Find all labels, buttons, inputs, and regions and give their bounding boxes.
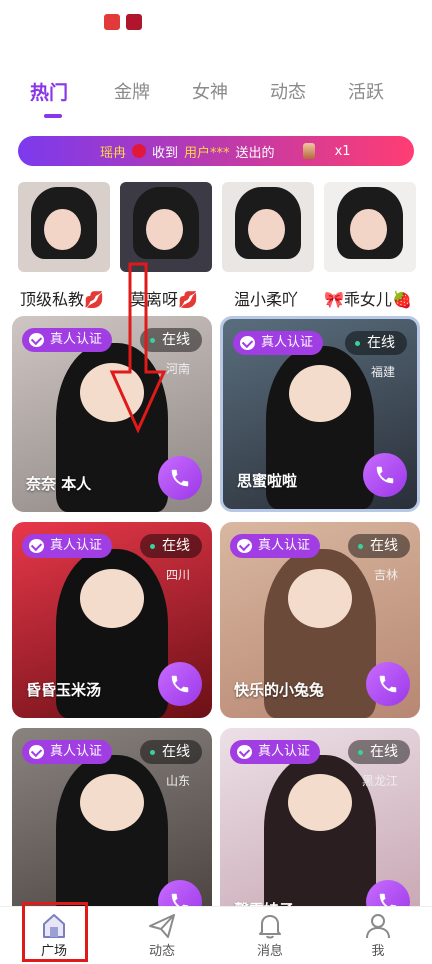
card-region: 黑龙江	[361, 774, 398, 788]
user-card[interactable]: 真人认证 在线 山东	[12, 728, 212, 918]
verified-icon	[237, 745, 252, 759]
featured-user-avatar[interactable]	[324, 182, 416, 272]
verified-badge: 真人认证	[22, 740, 113, 764]
cherry-icon	[132, 144, 147, 158]
status-bar-icons	[104, 14, 142, 30]
online-status: 在线	[348, 740, 410, 764]
banner-received-text: 收到	[152, 145, 179, 161]
featured-users-row: 顶级私教💋 莫离呀💋 温小柔吖 🎀乖女儿🍓	[0, 182, 432, 309]
card-region: 福建	[370, 365, 395, 379]
featured-user-name[interactable]: 温小柔吖	[234, 286, 298, 310]
card-region: 吉林	[373, 568, 398, 582]
card-user-name: 快乐的小兔兔	[234, 681, 325, 699]
banner-gift-count: x1	[334, 143, 351, 159]
tab-hot[interactable]: 热门	[30, 78, 68, 105]
nav-moments[interactable]: 动态	[132, 911, 192, 964]
verified-badge: 真人认证	[230, 740, 321, 764]
tab-active[interactable]: 活跃	[348, 78, 384, 104]
nav-label: 我	[371, 944, 385, 959]
annotation-arrow-icon	[109, 262, 167, 434]
call-button[interactable]	[158, 662, 202, 706]
online-status: 在线	[140, 534, 202, 558]
nav-label: 消息	[256, 944, 283, 959]
category-tabs: 热门 金牌 女神 动态 活跃	[0, 78, 432, 110]
banner-recipient: 用户***	[184, 145, 230, 161]
verified-icon	[29, 333, 44, 347]
nav-label: 动态	[148, 944, 175, 959]
online-dot-icon	[358, 750, 363, 755]
online-status: 在线	[345, 331, 407, 355]
card-region: 河南	[165, 362, 190, 376]
card-user-name: 奈奈 本人	[26, 475, 92, 493]
verified-badge: 真人认证	[233, 331, 324, 355]
strawberry-icon: 🍓	[391, 290, 412, 309]
app-screen: { "tabs": [ {"label": "热门", "active": tr…	[0, 0, 432, 964]
call-button[interactable]	[158, 456, 202, 500]
verified-icon	[237, 539, 252, 553]
active-tab-indicator	[44, 114, 62, 118]
verified-icon	[240, 336, 255, 350]
card-user-name: 昏昏玉米汤	[26, 681, 102, 699]
verified-badge: 真人认证	[230, 534, 321, 558]
verified-badge: 真人认证	[22, 534, 113, 558]
phone-icon	[376, 466, 394, 484]
banner-sent-text: 送出的	[235, 145, 275, 161]
card-region: 山东	[165, 774, 190, 788]
featured-user-name[interactable]: 🎀乖女儿🍓	[324, 286, 412, 310]
call-button[interactable]	[363, 453, 407, 497]
gift-broadcast-banner[interactable]: 瑶冉 收到 用户*** 送出的 x1	[18, 136, 414, 166]
card-region: 四川	[165, 568, 190, 582]
app-notification-icon	[104, 14, 120, 30]
phone-icon	[379, 675, 397, 693]
lips-icon: 💋	[178, 290, 198, 309]
phone-icon	[171, 675, 189, 693]
verified-badge: 真人认证	[22, 328, 113, 352]
online-dot-icon	[358, 544, 363, 549]
featured-user-avatar[interactable]	[222, 182, 314, 272]
verified-icon	[29, 539, 44, 553]
nav-messages[interactable]: 消息	[240, 911, 300, 964]
bell-icon	[259, 915, 281, 939]
tab-gold[interactable]: 金牌	[114, 78, 150, 104]
featured-user-name[interactable]: 顶级私教💋	[20, 286, 104, 310]
user-card[interactable]: 真人认证 在线 福建 思蜜啦啦	[220, 316, 420, 512]
bow-icon: 🎀	[324, 290, 344, 309]
tab-moments[interactable]: 动态	[270, 78, 306, 104]
online-status: 在线	[348, 534, 410, 558]
call-button[interactable]	[366, 662, 410, 706]
red-badge-icon	[126, 14, 142, 30]
lips-icon: 💋	[84, 290, 104, 309]
phone-icon	[171, 469, 189, 487]
online-status: 在线	[140, 740, 202, 764]
featured-user-avatar[interactable]	[120, 182, 212, 272]
gift-drink-icon	[302, 143, 315, 159]
person-icon	[366, 914, 390, 939]
user-card[interactable]: 真人认证 在线 四川 昏昏玉米汤	[12, 522, 212, 718]
user-card[interactable]: 真人认证 在线 吉林 快乐的小兔兔	[220, 522, 420, 718]
online-dot-icon	[150, 544, 155, 549]
banner-sender: 瑶冉	[100, 145, 127, 161]
online-dot-icon	[355, 341, 360, 346]
tab-goddess[interactable]: 女神	[192, 78, 228, 104]
user-card[interactable]: 真人认证 在线 黑龙江 馨雪娃子	[220, 728, 420, 918]
featured-user-avatar[interactable]	[18, 182, 110, 272]
annotation-highlight-box	[22, 902, 88, 962]
card-user-name: 思蜜啦啦	[237, 472, 298, 490]
verified-icon	[29, 745, 44, 759]
nav-me[interactable]: 我	[348, 911, 408, 964]
paper-plane-icon	[149, 914, 175, 938]
online-dot-icon	[150, 750, 155, 755]
